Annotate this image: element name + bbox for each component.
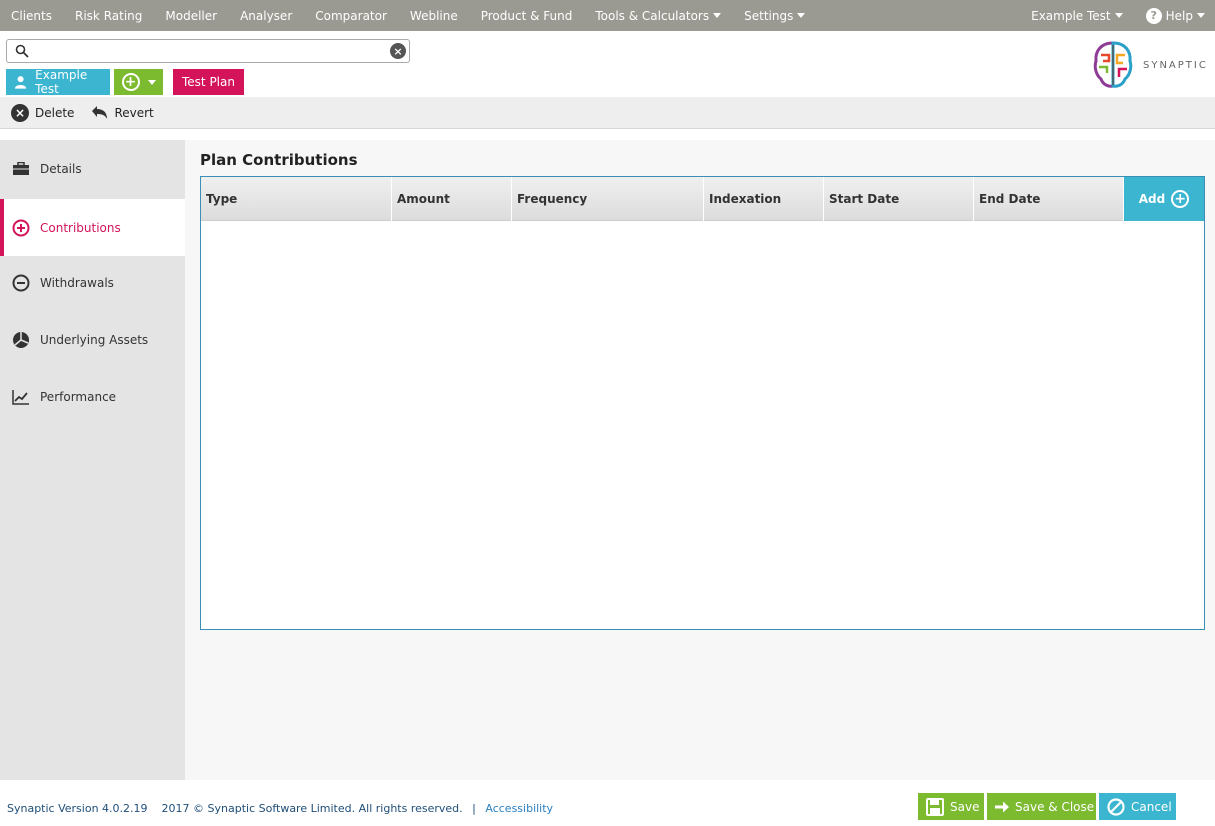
nav-webline[interactable]: Webline bbox=[399, 9, 458, 23]
ban-icon bbox=[1107, 797, 1125, 816]
toolbar: × Delete Revert bbox=[0, 97, 1215, 129]
cancel-button[interactable]: Cancel bbox=[1099, 793, 1176, 820]
briefcase-icon bbox=[12, 160, 30, 178]
clear-search-icon[interactable]: × bbox=[390, 43, 406, 59]
user-menu[interactable]: Example Test bbox=[1020, 9, 1123, 23]
plus-circle-icon bbox=[12, 219, 30, 237]
nav-modeller[interactable]: Modeller bbox=[154, 9, 217, 23]
footer-text: Synaptic Version 4.0.2.19 2017 © Synapti… bbox=[7, 802, 554, 815]
synaptic-logo: SYNAPTIC bbox=[1091, 38, 1211, 92]
plan-tab[interactable]: Test Plan bbox=[173, 69, 244, 95]
help-menu[interactable]: ? Help bbox=[1135, 7, 1205, 24]
sidebar-item-withdrawals[interactable]: Withdrawals bbox=[0, 254, 185, 311]
caret-down-icon bbox=[713, 13, 722, 18]
top-navigation: Clients Risk Rating Modeller Analyser Co… bbox=[0, 0, 1215, 31]
delete-button[interactable]: × Delete bbox=[11, 103, 74, 122]
nav-analyser[interactable]: Analyser bbox=[229, 9, 292, 23]
nav-comparator[interactable]: Comparator bbox=[304, 9, 387, 23]
nav-product-fund[interactable]: Product & Fund bbox=[470, 9, 573, 23]
nav-risk-rating[interactable]: Risk Rating bbox=[64, 9, 142, 23]
column-header-amount[interactable]: Amount bbox=[392, 177, 512, 221]
arrow-right-icon bbox=[995, 801, 1009, 813]
sidebar-item-performance[interactable]: Performance bbox=[0, 368, 185, 425]
save-button[interactable]: Save bbox=[918, 793, 984, 820]
save-and-close-button[interactable]: Save & Close bbox=[987, 793, 1096, 820]
pie-chart-icon bbox=[12, 331, 30, 349]
caret-down-icon bbox=[1197, 13, 1205, 18]
line-chart-icon bbox=[12, 388, 30, 406]
plus-circle-icon: + bbox=[121, 73, 140, 91]
user-icon bbox=[14, 76, 27, 89]
column-header-end-date[interactable]: End Date bbox=[974, 177, 1124, 221]
brain-logo-icon bbox=[1093, 41, 1133, 88]
page-title: Plan Contributions bbox=[200, 151, 358, 169]
sidebar-item-contributions[interactable]: Contributions bbox=[0, 199, 185, 256]
sidebar-item-underlying-assets[interactable]: Underlying Assets bbox=[0, 311, 185, 368]
nav-tools-calculators[interactable]: Tools & Calculators bbox=[584, 9, 722, 23]
table-header: Type Amount Frequency Indexation Start D… bbox=[201, 177, 1204, 221]
floppy-disk-icon bbox=[926, 797, 944, 816]
nav-settings[interactable]: Settings bbox=[733, 9, 806, 23]
sidebar: Details Contributions Withdrawals Underl… bbox=[0, 140, 185, 780]
caret-down-icon bbox=[147, 79, 156, 85]
add-plan-dropdown[interactable]: + bbox=[114, 69, 163, 95]
close-circle-icon: × bbox=[11, 103, 29, 122]
search-icon bbox=[15, 44, 29, 58]
column-header-start-date[interactable]: Start Date bbox=[824, 177, 974, 221]
search-input[interactable] bbox=[33, 42, 393, 60]
add-contribution-button[interactable]: Add + bbox=[1124, 177, 1204, 221]
accessibility-link[interactable]: Accessibility bbox=[485, 802, 553, 815]
client-button[interactable]: Example Test bbox=[6, 68, 110, 96]
undo-icon bbox=[92, 105, 108, 119]
caret-down-icon bbox=[797, 13, 806, 18]
plus-circle-icon: + bbox=[1171, 190, 1190, 208]
help-icon: ? bbox=[1145, 7, 1162, 24]
contributions-table: Type Amount Frequency Indexation Start D… bbox=[200, 176, 1205, 630]
column-header-frequency[interactable]: Frequency bbox=[512, 177, 704, 221]
revert-button[interactable]: Revert bbox=[90, 105, 154, 121]
nav-clients[interactable]: Clients bbox=[0, 9, 52, 23]
column-header-indexation[interactable]: Indexation bbox=[704, 177, 824, 221]
minus-circle-icon bbox=[12, 274, 30, 292]
sidebar-item-details[interactable]: Details bbox=[0, 140, 185, 197]
column-header-type[interactable]: Type bbox=[201, 177, 392, 221]
caret-down-icon bbox=[1114, 13, 1123, 18]
search-box: × bbox=[6, 39, 410, 63]
